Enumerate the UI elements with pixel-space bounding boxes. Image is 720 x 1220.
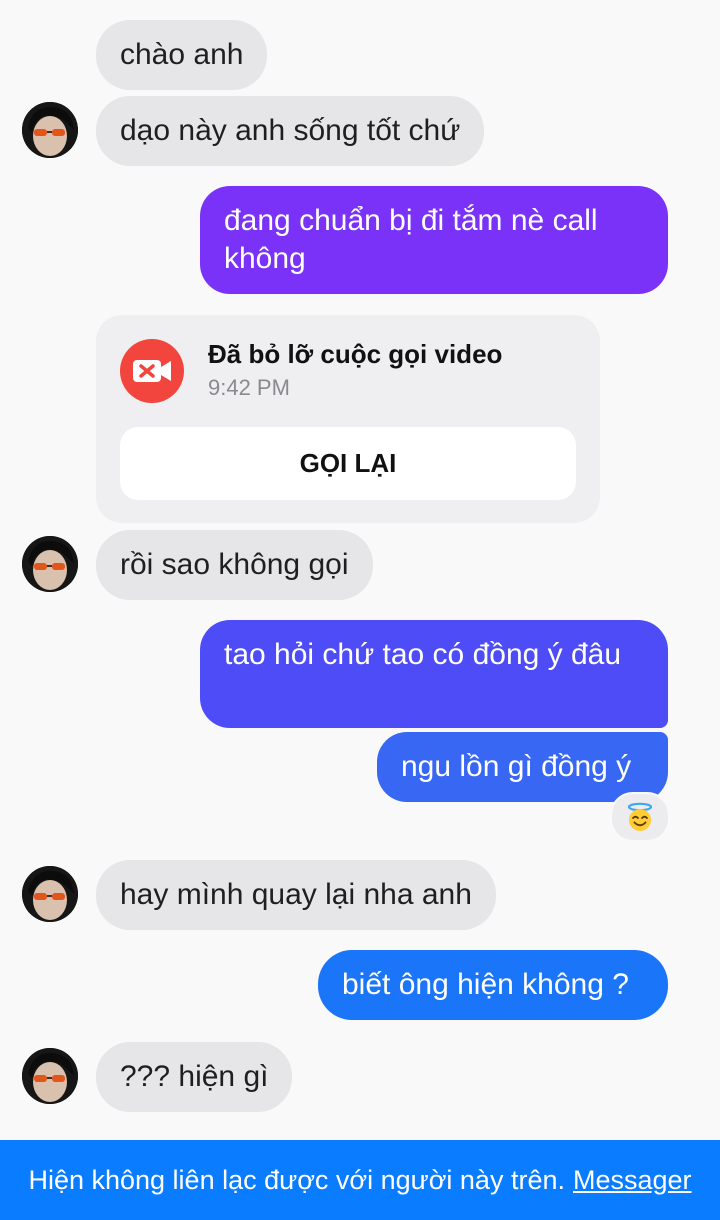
message-text: ??? hiện gì: [120, 1060, 269, 1093]
outgoing-message[interactable]: biết ông hiện không ?: [318, 950, 668, 1020]
contact-avatar[interactable]: [22, 102, 78, 158]
message-text: biết ông hiện không ?: [342, 968, 629, 1001]
message-reaction[interactable]: [610, 792, 670, 842]
incoming-message[interactable]: chào anh: [96, 20, 268, 90]
missed-call-time: 9:42 PM: [208, 375, 290, 400]
message-text: hay mình quay lại nha anh: [120, 878, 472, 911]
smiling-face-with-halo-emoji: [627, 802, 653, 831]
avatar-image: [22, 536, 78, 592]
outgoing-message[interactable]: ngu lồn gì đồng ý: [377, 732, 668, 802]
missed-video-call-card: Đã bỏ lỡ cuộc gọi video 9:42 PM GỌI LẠI: [96, 315, 600, 523]
incoming-message[interactable]: hay mình quay lại nha anh: [96, 860, 496, 930]
message-text: đang chuẩn bị đi tắm nè call không: [224, 204, 598, 275]
message-text: ngu lồn gì đồng ý: [401, 750, 632, 783]
unavailable-banner: Hiện không liên lạc được với người này t…: [0, 1140, 720, 1220]
avatar-image: [22, 1048, 78, 1104]
missed-call-title: Đã bỏ lỡ cuộc gọi video: [208, 339, 503, 369]
message-text: chào anh: [120, 38, 244, 71]
incoming-message[interactable]: dạo này anh sống tốt chứ: [96, 96, 485, 166]
call-back-button[interactable]: GỌI LẠI: [120, 427, 576, 500]
contact-avatar[interactable]: [22, 536, 78, 592]
unavailable-text: Hiện không liên lạc được với người này t…: [28, 1164, 565, 1195]
video-camera-x-icon: [120, 339, 184, 403]
contact-avatar[interactable]: [22, 1048, 78, 1104]
outgoing-message[interactable]: tao hỏi chứ tao có đồng ý đâu: [200, 620, 668, 728]
messenger-link[interactable]: Messager: [573, 1165, 692, 1196]
avatar-image: [22, 866, 78, 922]
message-text: tao hỏi chứ tao có đồng ý đâu: [224, 638, 622, 671]
incoming-message[interactable]: rồi sao không gọi: [96, 530, 373, 600]
message-text: rồi sao không gọi: [120, 548, 349, 581]
outgoing-message[interactable]: đang chuẩn bị đi tắm nè call không: [200, 186, 668, 294]
message-text: dạo này anh sống tốt chứ: [120, 114, 461, 147]
avatar-image: [22, 102, 78, 158]
incoming-message[interactable]: ??? hiện gì: [96, 1042, 293, 1112]
contact-avatar[interactable]: [22, 866, 78, 922]
